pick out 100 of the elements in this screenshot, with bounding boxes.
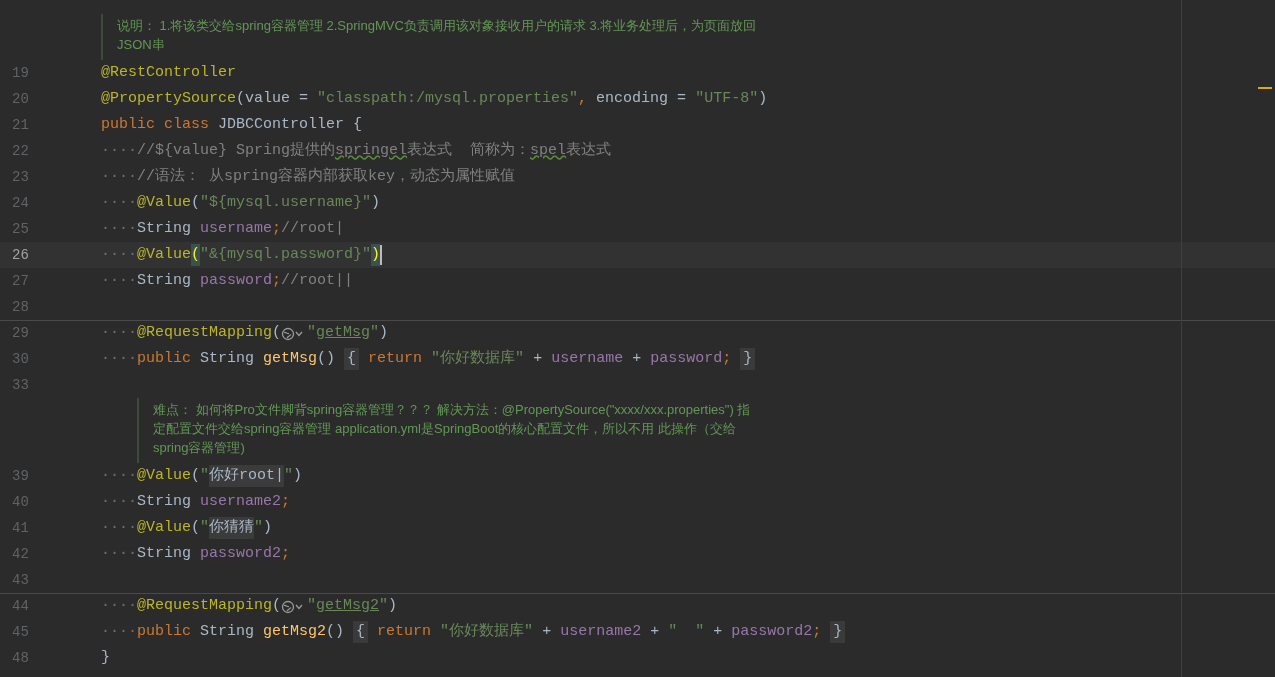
code-text: encoding =	[595, 88, 688, 109]
line-number: 23	[12, 168, 29, 185]
whitespace-marker: ····	[101, 323, 137, 344]
keyword: ;	[281, 491, 291, 512]
code-text: )	[371, 192, 381, 213]
whitespace-marker: ····	[101, 491, 137, 512]
keyword: ;	[281, 543, 291, 564]
whitespace-marker: ····	[101, 596, 137, 617]
keyword: return	[367, 348, 424, 369]
misspelled-word: spel	[530, 140, 567, 161]
line-number: 41	[12, 519, 29, 536]
injected-value: 你好root|	[209, 464, 285, 488]
code-text: String	[200, 348, 256, 369]
line-number: 28	[12, 298, 29, 315]
string-literal: "	[284, 465, 294, 486]
code-text: +	[712, 621, 724, 642]
field-name: username	[551, 348, 624, 369]
keyword: return	[376, 621, 433, 642]
string-literal: "${mysql.username}"	[200, 192, 372, 213]
string-literal: "	[200, 517, 210, 538]
folded-brace[interactable]: {	[353, 620, 369, 644]
code-text: (value =	[236, 88, 310, 109]
line-number: 30	[12, 350, 29, 367]
folded-brace[interactable]: }	[830, 620, 846, 644]
code-text: (	[191, 192, 201, 213]
field-name: password2	[200, 543, 282, 564]
keyword: public	[137, 348, 193, 369]
code-comment: 表达式 简称为：	[407, 140, 531, 161]
whitespace-marker: ····	[101, 543, 137, 564]
annotation: @Value	[137, 465, 192, 486]
matched-bracket: )	[371, 243, 381, 267]
keyword: ;	[722, 348, 733, 369]
url-link[interactable]: getMsg2	[316, 595, 380, 618]
code-text: (	[272, 323, 282, 344]
line-number: 33	[12, 376, 29, 393]
url-link[interactable]: getMsg	[316, 322, 371, 345]
code-text: String	[137, 491, 193, 512]
whitespace-marker: ····	[101, 465, 137, 486]
line-number: 27	[12, 272, 29, 289]
code-text: )	[293, 465, 303, 486]
folded-brace[interactable]: {	[344, 347, 360, 371]
line-number: 40	[12, 493, 29, 510]
line-number: 24	[12, 194, 29, 211]
error-stripe-mark	[1258, 87, 1272, 89]
code-comment: //语法： 从spring容器内部获取key，动态为属性赋值	[137, 166, 516, 187]
string-literal: "	[307, 323, 317, 344]
code-text: ()	[317, 348, 337, 369]
field-name: password	[650, 348, 723, 369]
whitespace-marker: ····	[101, 166, 137, 187]
whitespace-marker: ····	[101, 517, 137, 538]
code-text: String	[200, 621, 256, 642]
string-literal: "&{mysql.password}"	[200, 244, 372, 265]
whitespace-marker: ····	[101, 218, 137, 239]
code-comment: 表达式	[566, 140, 612, 161]
string-literal: "	[200, 465, 210, 486]
string-literal: "UTF-8"	[695, 88, 759, 109]
string-literal: "	[370, 323, 380, 344]
annotation: @Value	[137, 244, 192, 265]
whitespace-marker: ····	[101, 621, 137, 642]
code-text: (	[272, 596, 282, 617]
line-number: 22	[12, 142, 29, 159]
string-literal: " "	[668, 621, 705, 642]
misspelled-word: springel	[335, 140, 408, 161]
string-literal: "	[307, 596, 317, 617]
line-number: 43	[12, 571, 29, 588]
line-number: 21	[12, 116, 29, 133]
line-number: 45	[12, 623, 29, 640]
doc-comment: 难点： 如何将Pro文件脚背spring容器管理？？？ 解决方法：@PropertySource("xxxx/xxx.properties") 指定配置文件交给spring容器管理 application.yml是SpringBoot的核心配置文件，所以不用 此操作（交给spring容器管理)	[137, 398, 765, 463]
text-cursor	[380, 245, 383, 265]
string-literal: "classpath:/mysql.properties"	[317, 88, 579, 109]
code-text: )	[758, 88, 768, 109]
line-number: 20	[12, 90, 29, 107]
line-number: 42	[12, 545, 29, 562]
whitespace-marker: ····	[101, 192, 137, 213]
keyword: public	[137, 621, 193, 642]
field-name: username2	[200, 491, 282, 512]
whitespace-marker: ····	[101, 244, 137, 265]
keyword: public class	[101, 114, 211, 135]
code-text: ()	[326, 621, 346, 642]
code-comment: //root|	[281, 218, 345, 239]
code-text: +	[541, 621, 553, 642]
code-text: +	[631, 348, 643, 369]
annotation: @Value	[137, 517, 192, 538]
method-name: getMsg	[263, 348, 318, 369]
code-text: String	[137, 218, 193, 239]
keyword: ;	[272, 270, 282, 291]
code-text: }	[101, 647, 110, 668]
keyword: ;	[812, 621, 823, 642]
code-text: +	[532, 348, 544, 369]
annotation: @Value	[137, 192, 192, 213]
line-number: 48	[12, 649, 29, 666]
line-number: 44	[12, 598, 29, 614]
field-name: username	[200, 218, 273, 239]
field-name: password2	[731, 621, 813, 642]
line-number: 19	[12, 64, 29, 81]
folded-brace[interactable]: }	[740, 347, 756, 371]
annotation: @PropertySource	[101, 88, 237, 109]
annotation: @RestController	[101, 62, 237, 83]
string-literal: "你好数据库"	[440, 621, 534, 642]
code-text: +	[649, 621, 661, 642]
